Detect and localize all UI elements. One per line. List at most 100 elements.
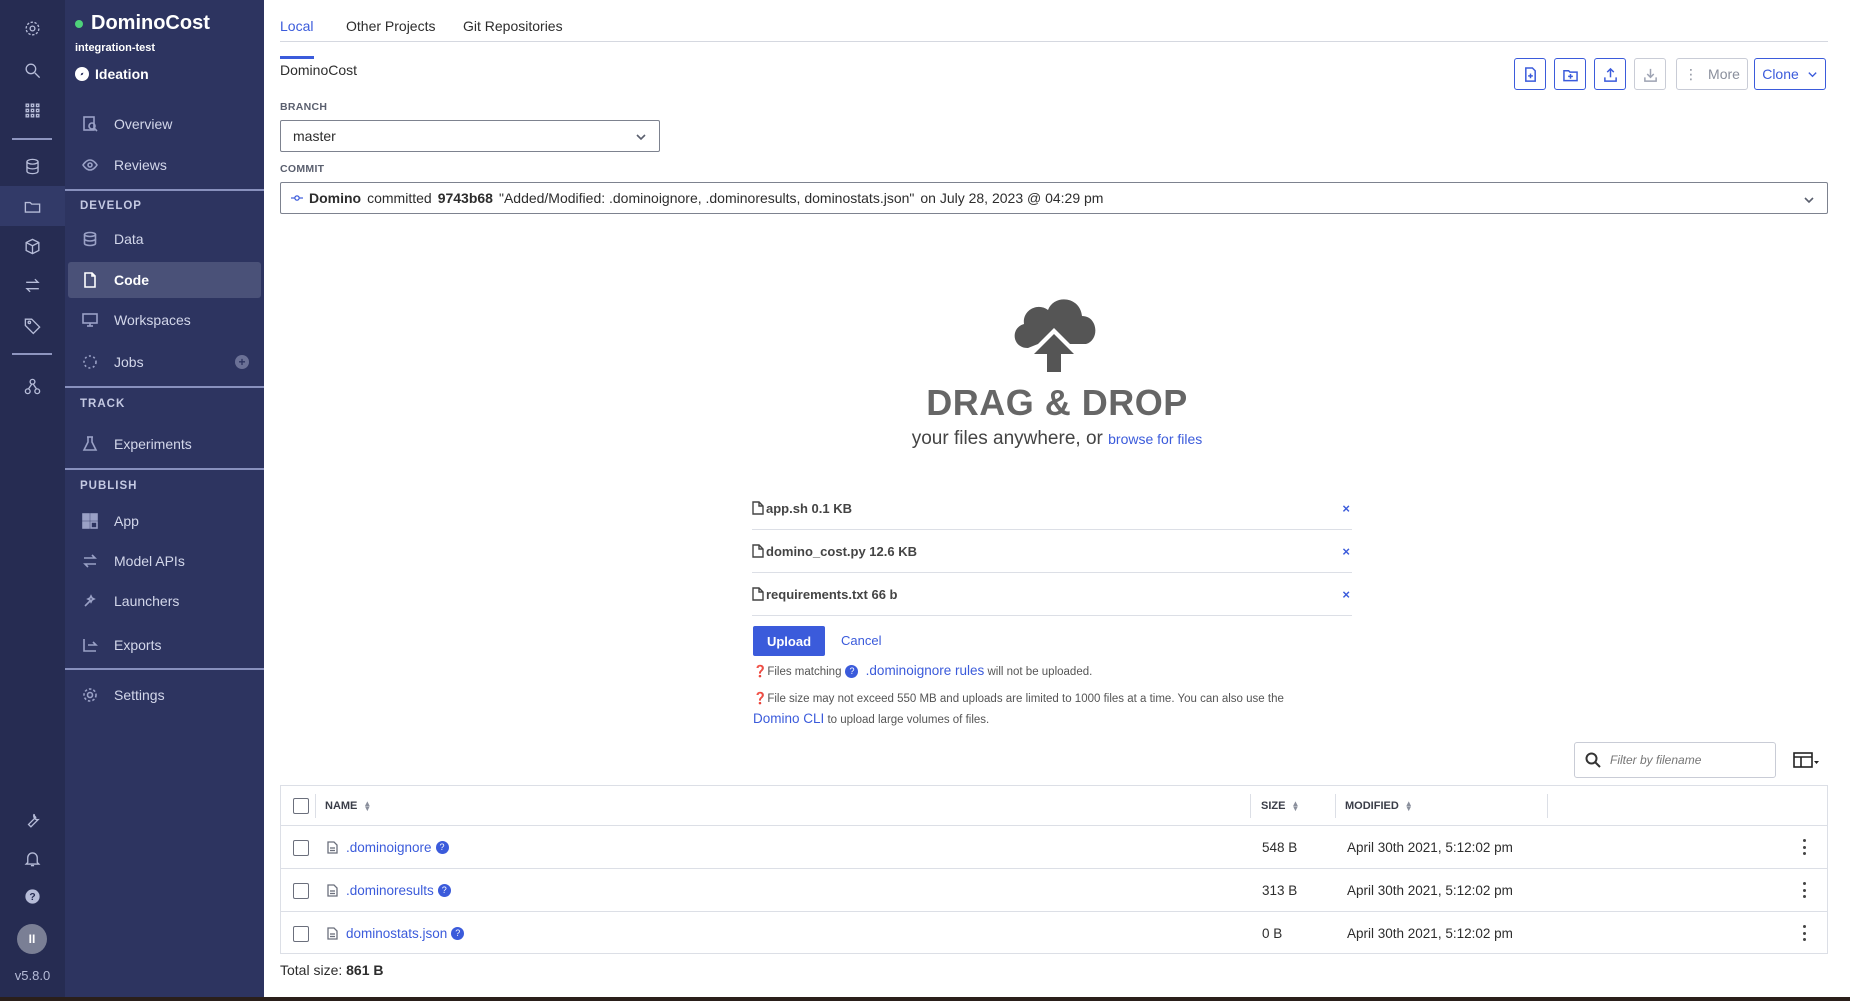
browse-files-link[interactable]: browse for files [1108,431,1202,447]
file-name-link[interactable]: dominostats.json [346,926,447,941]
remove-file-icon[interactable]: × [1342,544,1350,559]
upload-button[interactable]: Upload [753,626,825,656]
row-actions-icon[interactable] [1803,925,1807,941]
row-actions-icon[interactable] [1803,882,1807,898]
row-checkbox[interactable] [293,883,309,899]
new-file-button[interactable] [1514,58,1546,90]
new-folder-button[interactable] [1554,58,1586,90]
domino-logo-icon[interactable] [20,16,44,40]
rail-divider [12,138,52,140]
file-name-link[interactable]: .dominoresults [346,883,434,898]
nav-label: Reviews [114,157,167,173]
help-badge-icon[interactable]: ? [845,665,859,678]
commit-hash: 9743b68 [437,190,493,206]
user-avatar[interactable]: II [17,924,47,954]
transfer-arrows-icon[interactable] [20,273,44,297]
project-title[interactable]: DominoCost [75,12,210,35]
commit-message: "Added/Modified: .dominoignore, .dominor… [498,190,915,206]
filter-input[interactable] [1610,753,1760,767]
network-icon[interactable] [20,374,44,398]
table-columns-icon [1793,752,1819,768]
project-stage-label: Ideation [95,66,149,82]
bell-icon[interactable] [20,846,44,870]
branch-select[interactable]: master [280,120,660,152]
add-job-icon[interactable]: + [235,355,249,369]
nav-item-model-apis[interactable]: Model APIs [68,543,261,579]
filter-box[interactable] [1574,742,1776,778]
commit-select[interactable]: Domino committed 9743b68 "Added/Modified… [280,182,1828,214]
section-publish: PUBLISH [80,480,138,492]
eye-icon [82,157,98,173]
help-badge-icon[interactable]: ? [435,840,449,854]
row-actions-icon[interactable] [1803,839,1807,855]
row-checkbox[interactable] [293,840,309,856]
commit-verb: committed [367,190,432,206]
remove-file-icon[interactable]: × [1342,587,1350,602]
remove-file-icon[interactable]: × [1342,501,1350,516]
chevron-down-icon [635,130,647,142]
search-icon[interactable] [20,58,44,82]
select-all-checkbox[interactable] [293,798,309,814]
project-owner[interactable]: integration-test [75,42,155,54]
tab-git-repositories[interactable]: Git Repositories [463,18,563,34]
nav-item-settings[interactable]: Settings [68,677,261,713]
database-icon[interactable] [20,154,44,178]
apps-grid-icon[interactable] [20,98,44,122]
modified-cell: April 30th 2021, 5:12:02 pm [1347,926,1513,941]
modified-column-header[interactable]: MODIFIED ▲ ▼ [1345,786,1413,825]
nav-item-launchers[interactable]: Launchers [68,583,261,619]
size-column-header[interactable]: SIZE ▲ ▼ [1261,786,1299,825]
upload-files-button[interactable] [1594,58,1626,90]
nav-divider [65,468,264,470]
nav-item-exports[interactable]: Exports [68,627,261,663]
active-tab-indicator [280,56,314,59]
nav-item-data[interactable]: Data [68,221,261,257]
dominoignore-rules-link[interactable]: .dominoignore rules [866,663,985,678]
modified-cell: April 30th 2021, 5:12:02 pm [1347,882,1513,898]
chevron-down-icon [1803,193,1815,205]
more-button[interactable]: ⋮ More [1676,58,1748,90]
name-cell: .dominoresults? [327,869,455,911]
table-row[interactable]: .dominoignore? 548 B April 30th 2021, 5:… [281,826,1827,869]
cancel-button[interactable]: Cancel [841,633,881,648]
row-checkbox[interactable] [293,926,309,942]
ignore-rules-note: ❓Files matching? .dominoignore rules wil… [753,661,1373,682]
files-tabs: Local Other Projects Git Repositories [280,0,1828,59]
project-nav: DominoCost integration-test Ideation Ove… [65,0,264,997]
domino-cli-link[interactable]: Domino CLI [753,711,824,726]
file-size-note: ❓File size may not exceed 550 MB and upl… [753,690,1373,730]
nav-item-jobs[interactable]: Jobs + [68,344,261,380]
name-column-header[interactable]: NAME ▲ ▼ [325,786,371,825]
note-suffix: will not be uploaded. [987,666,1093,678]
table-row[interactable]: dominostats.json? 0 B April 30th 2021, 5… [281,912,1827,955]
nav-item-experiments[interactable]: Experiments [68,426,261,462]
tab-local[interactable]: Local [280,18,314,59]
clone-label: Clone [1762,66,1799,82]
help-icon[interactable]: ? [20,884,44,908]
tab-other-projects[interactable]: Other Projects [346,18,435,34]
nav-item-code[interactable]: Code [68,262,261,298]
clone-button[interactable]: Clone [1754,58,1826,90]
project-stage[interactable]: Ideation [75,66,149,82]
file-icon [327,840,338,854]
branch-label: BRANCH [280,101,328,113]
help-badge-icon[interactable]: ? [437,883,451,897]
model-cube-icon[interactable] [20,234,44,258]
download-button[interactable] [1634,58,1666,90]
nav-item-overview[interactable]: Overview [68,106,261,142]
projects-folder-icon[interactable] [0,186,65,226]
repo-name: DominoCost [280,62,358,78]
nav-item-workspaces[interactable]: Workspaces [68,302,261,338]
pending-file-name: requirements.txt 66 b [766,586,898,602]
pending-file-name: app.sh 0.1 KB [766,500,852,516]
nav-item-app[interactable]: App [68,503,261,539]
column-settings-button[interactable] [1792,750,1820,770]
nav-item-reviews[interactable]: Reviews [68,147,261,183]
help-badge-icon[interactable]: ? [451,927,465,940]
file-name-link[interactable]: .dominoignore [346,840,432,855]
app-blocks-icon [82,513,98,529]
wrench-icon[interactable] [20,808,44,832]
table-row[interactable]: .dominoresults? 313 B April 30th 2021, 5… [281,869,1827,912]
column-divider [1547,794,1548,818]
tag-icon[interactable] [20,313,44,337]
